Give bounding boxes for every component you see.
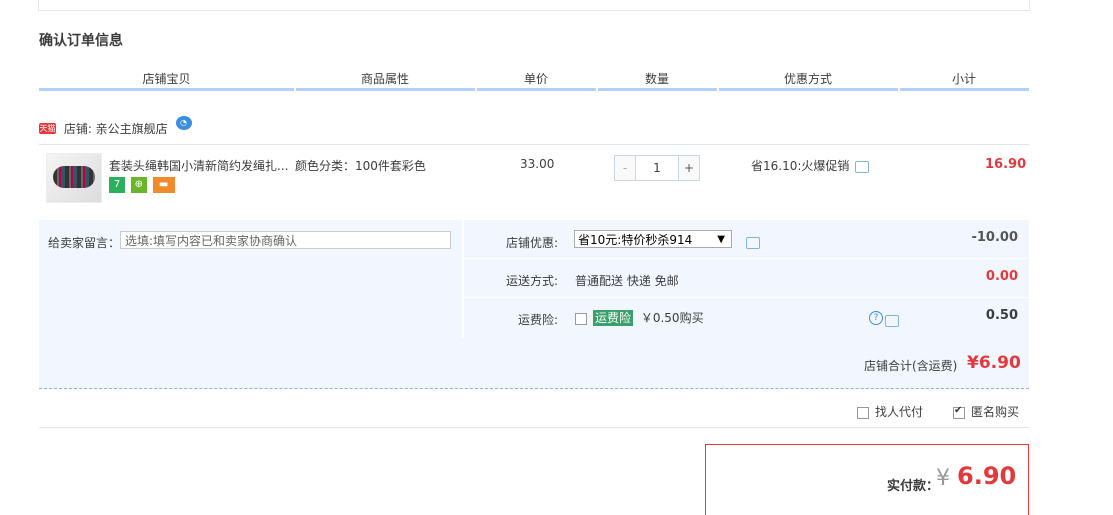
proxy-pay-checkbox[interactable] — [857, 406, 869, 419]
anonymous-checkbox[interactable] — [953, 405, 965, 419]
top-container-edge — [38, 0, 1030, 11]
tmall-badge-icon: 天猫 — [39, 123, 56, 134]
comment-icon[interactable] — [855, 160, 870, 173]
insurance-tag: 运费险 — [593, 310, 634, 326]
shop-name-link[interactable]: 店铺: 亲公主旗舰店 — [64, 122, 168, 136]
guarantee-icon[interactable]: ⊕ — [130, 177, 147, 193]
proxy-pay-label: 找人代付 — [875, 405, 924, 419]
seven-day-return-icon[interactable]: 7 — [109, 177, 125, 193]
col-header-quantity: 数量 — [644, 72, 669, 86]
row-divider — [464, 258, 1029, 259]
col-header-unit-price: 单价 — [523, 72, 548, 86]
col-header-subtotal: 小计 — [951, 72, 976, 86]
insurance-checkbox[interactable] — [575, 312, 587, 325]
currency-symbol: ¥ — [936, 466, 950, 491]
col-divider — [477, 88, 596, 91]
panel-divider — [462, 220, 464, 338]
shop-discount-label: 店铺优惠: — [505, 236, 558, 250]
col-divider — [900, 88, 1029, 91]
col-divider — [296, 88, 475, 91]
row-divider — [464, 297, 1029, 298]
anonymous-option[interactable]: 匿名购买 — [953, 403, 1019, 420]
insurance-label: 运费险: — [517, 313, 558, 327]
col-header-shop-item: 店铺宝贝 — [142, 72, 191, 86]
product-attributes: 颜色分类：100件套彩色 — [295, 159, 426, 173]
credit-card-icon[interactable]: ▬ — [152, 177, 175, 193]
promo-text: 省16.10:火爆促销 — [751, 159, 850, 173]
insurance-option: 运费险 ￥0.50购买 — [575, 309, 704, 326]
insurance-price: ￥0.50购买 — [640, 311, 704, 325]
promo-info: 省16.10:火爆促销 — [751, 157, 870, 174]
unit-price: 33.00 — [520, 157, 555, 171]
proxy-pay-option[interactable]: 找人代付 — [857, 403, 923, 420]
col-divider — [39, 88, 294, 91]
dropdown-arrow-icon: ▼ — [717, 234, 725, 245]
anonymous-label: 匿名购买 — [971, 405, 1020, 419]
shop-total-value: ¥6.90 — [967, 353, 1021, 373]
chat-seller-icon[interactable]: ◔ — [175, 116, 192, 130]
comment-icon[interactable] — [746, 236, 760, 249]
shipping-label: 运送方式: — [505, 274, 558, 288]
shipping-fee: 0.00 — [985, 269, 1018, 284]
shop-row: 天猫 店铺: 亲公主旗舰店 ◔ — [39, 116, 192, 137]
comment-icon[interactable] — [884, 314, 899, 327]
item-subtotal: 16.90 — [985, 157, 1027, 172]
memo-label: 给卖家留言： — [48, 236, 121, 250]
col-header-attributes: 商品属性 — [360, 72, 409, 86]
shipping-method: 普通配送 快递 免邮 — [575, 274, 679, 288]
shop-total-label: 店铺合计(含运费) — [864, 359, 958, 373]
product-thumbnail[interactable] — [46, 153, 102, 203]
amount-due-label: 实付款： — [887, 479, 940, 494]
quantity-stepper: - 1 + — [614, 155, 700, 181]
quantity-increase-button[interactable]: + — [678, 156, 699, 180]
service-icons: 7 ⊕ ▬ — [109, 177, 177, 193]
shop-discount-select[interactable]: 省10元:特价秒杀914 ▼ — [574, 230, 732, 248]
col-divider — [719, 88, 898, 91]
order-item-row — [39, 144, 1029, 221]
shop-discount-value: -10.00 — [971, 230, 1018, 245]
product-title-link[interactable]: 套装头绳韩国小清新简约发绳扎... — [109, 157, 288, 174]
section-title: 确认订单信息 — [39, 33, 123, 49]
amount-due-value: 6.90 — [957, 462, 1017, 490]
shop-discount-selected: 省10元:特价秒杀914 — [578, 233, 693, 247]
insurance-fee: 0.50 — [985, 308, 1018, 323]
quantity-input[interactable]: 1 — [636, 156, 678, 180]
help-icon[interactable]: ? — [869, 311, 883, 325]
memo-input[interactable]: 选填:填写内容已和卖家协商确认 — [120, 231, 451, 249]
col-divider — [598, 88, 717, 91]
quantity-decrease-button[interactable]: - — [615, 156, 636, 180]
divider — [39, 427, 1029, 428]
col-header-discount: 优惠方式 — [783, 72, 832, 86]
